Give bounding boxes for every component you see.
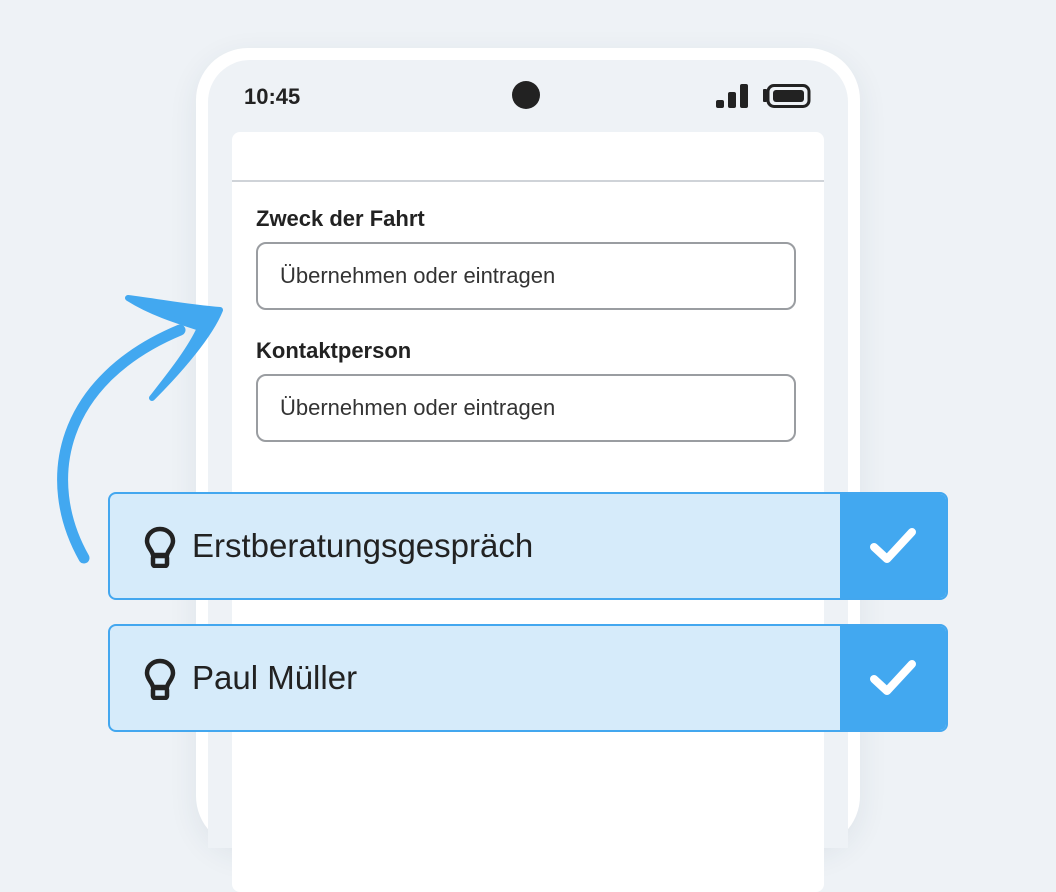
status-time: 10:45 bbox=[244, 84, 301, 109]
accept-button[interactable] bbox=[840, 626, 946, 730]
suggestion-contact[interactable]: Paul Müller bbox=[108, 624, 948, 732]
battery-icon bbox=[763, 84, 811, 108]
lightbulb-icon bbox=[144, 526, 176, 568]
field-label-purpose: Zweck der Fahrt bbox=[256, 206, 425, 231]
divider bbox=[232, 180, 824, 182]
field-label-contact: Kontaktperson bbox=[256, 338, 412, 363]
camera-icon bbox=[512, 81, 540, 109]
suggestion-purpose[interactable]: Erstberatungsgespräch bbox=[108, 492, 948, 600]
accept-button[interactable] bbox=[840, 494, 946, 598]
contact-input[interactable] bbox=[256, 374, 796, 442]
checkmark-icon bbox=[870, 528, 916, 563]
checkmark-icon bbox=[870, 660, 916, 695]
lightbulb-icon bbox=[144, 658, 176, 700]
suggestion-text: Erstberatungsgespräch bbox=[192, 527, 534, 564]
signal-icon bbox=[716, 84, 748, 108]
purpose-input[interactable] bbox=[256, 242, 796, 310]
suggestion-text: Paul Müller bbox=[192, 659, 358, 696]
